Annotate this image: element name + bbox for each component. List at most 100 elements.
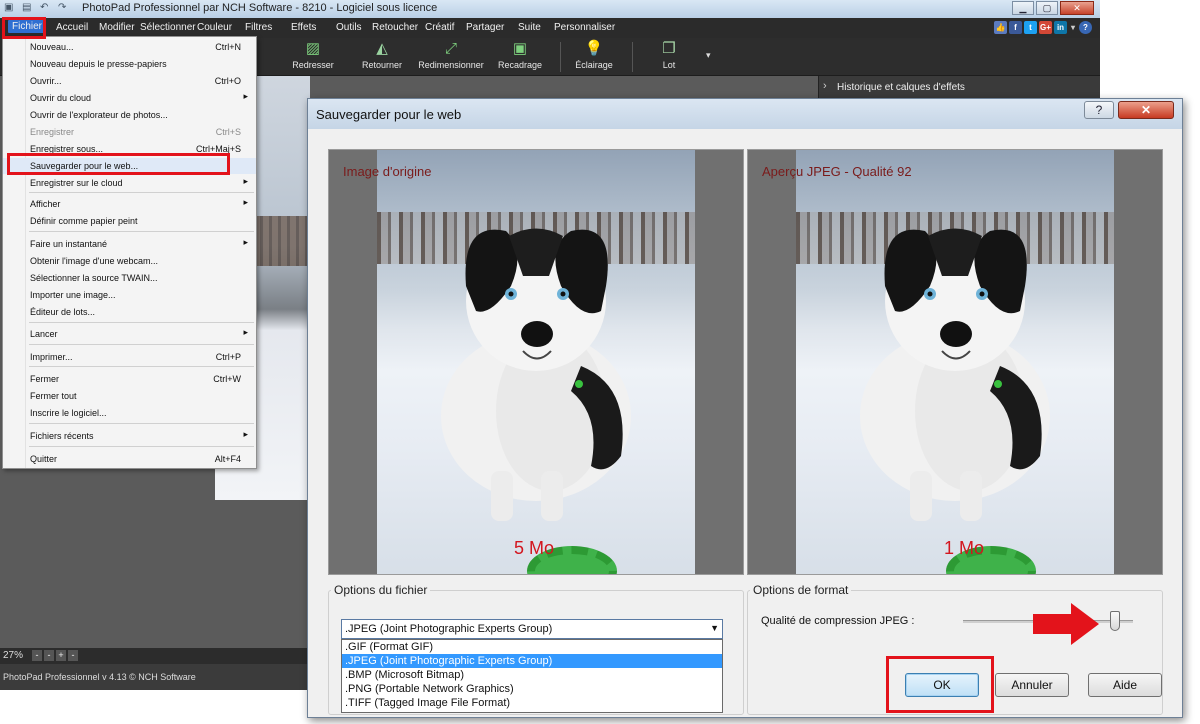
redo-icon[interactable]: ↷ <box>58 2 70 14</box>
submenu-arrow-icon: ▸ <box>243 237 248 247</box>
menu-item-label: Inscrire le logiciel... <box>30 408 107 418</box>
linkedin-icon[interactable]: in <box>1054 21 1067 34</box>
format-select[interactable]: .JPEG (Joint Photographic Experts Group)… <box>341 619 723 639</box>
chevron-down-icon[interactable]: ▾ <box>1069 21 1077 34</box>
menu-creatif[interactable]: Créatif <box>425 22 454 33</box>
facebook-icon[interactable]: f <box>1009 21 1022 34</box>
highlight-box-ok <box>886 656 994 713</box>
format-option-png[interactable]: .PNG (Portable Network Graphics) <box>342 682 722 696</box>
dog-figure <box>860 228 1050 521</box>
tool-recadrage[interactable]: ▣ Recadrage <box>485 40 555 70</box>
tool-label: Retourner <box>361 60 403 70</box>
highlight-box-fichier <box>2 17 46 39</box>
menu-filtres[interactable]: Filtres <box>245 22 272 33</box>
twitter-icon[interactable]: t <box>1024 21 1037 34</box>
menu-retoucher[interactable]: Retoucher <box>372 22 418 33</box>
format-dropdown-list: .GIF (Format GIF) .JPEG (Joint Photograp… <box>341 639 723 713</box>
straighten-icon: ▨ <box>305 40 321 57</box>
google-plus-icon[interactable]: G+ <box>1039 21 1052 34</box>
menu-partager[interactable]: Partager <box>466 22 504 33</box>
format-option-bmp[interactable]: .BMP (Microsoft Bitmap) <box>342 668 722 682</box>
close-button[interactable]: ✕ <box>1060 1 1094 15</box>
submenu-arrow-icon: ▸ <box>243 327 248 337</box>
menu-item-lancer[interactable]: Lancer ▸ <box>3 326 256 342</box>
menu-item-nouveau-depuis-le-presse-papiers[interactable]: Nouveau depuis le presse-papiers <box>3 56 256 72</box>
tool-retourner[interactable]: ◭ Retourner <box>347 40 417 70</box>
menu-item-definir-comme-papier-peint[interactable]: Définir comme papier peint <box>3 213 256 229</box>
toolbar-divider <box>632 42 633 72</box>
minimize-button[interactable]: ▁ <box>1012 1 1034 15</box>
menu-item-ouvrir-de-l-explorateur-de-photos[interactable]: Ouvrir de l'explorateur de photos... <box>3 107 256 123</box>
menu-item-imprimer[interactable]: Imprimer... Ctrl+P <box>3 349 256 365</box>
menu-modifier[interactable]: Modifier <box>99 22 135 33</box>
menu-suite[interactable]: Suite <box>518 22 541 33</box>
menu-item-fichiers-recents[interactable]: Fichiers récents ▸ <box>3 428 256 444</box>
original-photo <box>377 150 695 574</box>
status-bar: PhotoPad Professionnel v 4.13 © NCH Soft… <box>0 664 310 690</box>
maximize-button[interactable]: ▢ <box>1036 1 1058 15</box>
toolbar-more-icon[interactable]: ▾ <box>706 50 711 61</box>
zoom-in-button[interactable]: + <box>56 650 66 661</box>
menu-item-selectionner-la-source-twain[interactable]: Sélectionner la source TWAIN... <box>3 270 256 286</box>
menu-item-enregistrer-sur-le-cloud[interactable]: Enregistrer sur le cloud ▸ <box>3 175 256 191</box>
menu-personnaliser[interactable]: Personnaliser <box>554 22 615 33</box>
menu-separator <box>29 446 254 447</box>
help-icon[interactable]: ? <box>1079 21 1092 34</box>
menu-item-faire-un-instantane[interactable]: Faire un instantané ▸ <box>3 236 256 252</box>
zoom-level: 27% <box>3 650 24 661</box>
undo-icon[interactable]: ↶ <box>40 2 52 14</box>
menu-selectionner[interactable]: Sélectionner <box>140 22 196 33</box>
collapse-icon[interactable]: › <box>823 80 827 92</box>
menu-item-fermer[interactable]: Fermer Ctrl+W <box>3 371 256 387</box>
menu-item-obtenir-l-image-d-une-webcam[interactable]: Obtenir l'image d'une webcam... <box>3 253 256 269</box>
menu-item-importer-une-image[interactable]: Importer une image... <box>3 287 256 303</box>
original-caption: Image d'origine <box>343 164 432 179</box>
menu-item-inscrire-le-logiciel[interactable]: Inscrire le logiciel... <box>3 405 256 421</box>
chevron-down-icon[interactable]: ▼ <box>710 623 719 633</box>
cancel-button[interactable]: Annuler <box>995 673 1069 697</box>
menu-item-afficher[interactable]: Afficher ▸ <box>3 196 256 212</box>
menu-item-label: Ouvrir de l'explorateur de photos... <box>30 110 168 120</box>
format-option-jpeg[interactable]: .JPEG (Joint Photographic Experts Group) <box>342 654 722 668</box>
file-options-group: Options du fichier .JPEG (Joint Photogra… <box>328 583 744 715</box>
menu-item-quitter[interactable]: Quitter Alt+F4 <box>3 451 256 467</box>
help-button[interactable]: Aide <box>1088 673 1162 697</box>
like-icon[interactable]: 👍 <box>994 21 1007 34</box>
zoom-step-button[interactable]: - <box>44 650 54 661</box>
file-options-legend: Options du fichier <box>334 583 428 597</box>
menu-item-enregistrer[interactable]: Enregistrer Ctrl+S <box>3 124 256 140</box>
zoom-out-button[interactable]: - <box>32 650 42 661</box>
highlight-box-save-web <box>7 153 230 175</box>
tool-redimensionner[interactable]: ⤢ Redimensionner <box>416 40 486 70</box>
tool-redresser[interactable]: ▨ Redresser <box>278 40 348 70</box>
preview-image-pane: Aperçu JPEG - Qualité 92 1 Mo <box>747 149 1163 575</box>
menu-accueil[interactable]: Accueil <box>56 22 88 33</box>
quality-slider-thumb[interactable] <box>1110 611 1120 631</box>
save-icon[interactable]: ▤ <box>22 2 34 14</box>
tool-eclairage[interactable]: 💡 Éclairage <box>559 40 629 70</box>
menu-item-fermer-tout[interactable]: Fermer tout <box>3 388 256 404</box>
format-option-tiff[interactable]: .TIFF (Tagged Image File Format) <box>342 696 722 710</box>
format-options-legend: Options de format <box>753 583 849 597</box>
zoom-fit-button[interactable]: - <box>68 650 78 661</box>
menu-item-label: Lancer <box>30 329 58 339</box>
social-links: 👍 f t G+ in ▾ ? <box>994 21 1092 34</box>
menu-item-editeur-de-lots[interactable]: Éditeur de lots... <box>3 304 256 320</box>
app-icon: ▣ <box>4 2 14 13</box>
menu-item-ouvrir[interactable]: Ouvrir... Ctrl+O <box>3 73 256 89</box>
dialog-help-button[interactable]: ? <box>1084 101 1114 119</box>
submenu-arrow-icon: ▸ <box>243 429 248 439</box>
menu-item-label: Enregistrer sur le cloud <box>30 178 123 188</box>
menu-outils[interactable]: Outils <box>336 22 362 33</box>
menu-item-shortcut: Ctrl+S <box>215 127 241 137</box>
format-option-gif[interactable]: .GIF (Format GIF) <box>342 640 722 654</box>
tool-lot[interactable]: ❐ Lot <box>634 40 704 70</box>
history-panel-title: Historique et calques d'effets <box>837 82 965 93</box>
batch-icon: ❐ <box>662 40 676 57</box>
tool-label: Recadrage <box>497 60 543 70</box>
menu-effets[interactable]: Effets <box>291 22 316 33</box>
menu-item-ouvrir-du-cloud[interactable]: Ouvrir du cloud ▸ <box>3 90 256 106</box>
menu-item-nouveau[interactable]: Nouveau... Ctrl+N <box>3 39 256 55</box>
menu-couleur[interactable]: Couleur <box>197 22 232 33</box>
dialog-close-button[interactable]: ✕ <box>1118 101 1174 119</box>
